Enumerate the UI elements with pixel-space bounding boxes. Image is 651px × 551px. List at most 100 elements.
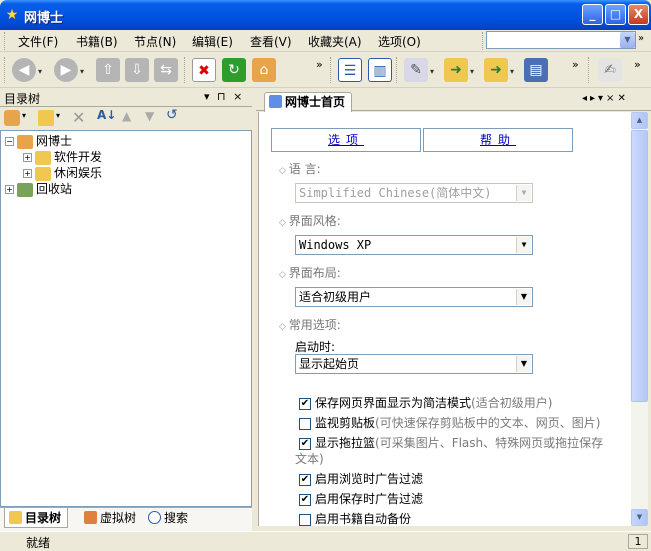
checkbox[interactable]	[299, 417, 311, 430]
tab-virtual-tree[interactable]: 虚拟树	[80, 508, 142, 528]
tree-node-leisure[interactable]: + 休闲娱乐	[1, 165, 251, 181]
forward-dropdown[interactable]: ▾	[80, 67, 84, 76]
address-combo[interactable]	[486, 31, 636, 49]
document-tab-controls[interactable]: ◂▸▾×✕	[582, 93, 629, 104]
new-book-icon[interactable]	[4, 110, 20, 126]
menu-favorites[interactable]: 收藏夹(A)	[308, 33, 362, 50]
status-text: 就绪	[26, 536, 51, 550]
back-icon[interactable]: ◀	[12, 58, 36, 82]
new-folder-dropdown[interactable]: ▾	[56, 111, 60, 120]
checkbox-auto-backup[interactable]: 启用书籍自动备份	[299, 510, 411, 526]
edit-page-icon[interactable]: ✎	[404, 58, 428, 82]
menu-file[interactable]: 文件(F)	[18, 33, 58, 50]
checkbox-drag-basket[interactable]: ✔ 显示拖拉篮(可采集图片、Flash、特殊网页或拖拉保存	[299, 434, 603, 451]
scrollbar-thumb[interactable]	[631, 130, 648, 402]
status-bar	[0, 531, 651, 551]
checkbox-browse-adfilter[interactable]: ✔ 启用浏览时广告过滤	[299, 470, 423, 487]
address-overflow[interactable]: »	[638, 33, 644, 44]
toolbar-overflow-1[interactable]: »	[316, 58, 323, 71]
notes-icon[interactable]: ✍	[598, 58, 622, 82]
tab-help[interactable]: 帮助	[423, 128, 573, 152]
save-disk-icon[interactable]: ▤	[524, 58, 548, 82]
export-folder-icon[interactable]: ➜	[484, 58, 508, 82]
scroll-up-button[interactable]: ▲	[631, 112, 648, 129]
forward-icon[interactable]: ▶	[54, 58, 78, 82]
up-icon[interactable]: ⇧	[96, 58, 120, 82]
chevron-down-icon[interactable]: ▼	[516, 237, 531, 253]
address-dropdown-arrow[interactable]: ▼	[620, 32, 635, 48]
options-link[interactable]: 选项	[328, 133, 364, 147]
tree-node-recycle[interactable]: + 回收站	[1, 181, 251, 197]
scroll-down-button[interactable]: ▼	[631, 509, 648, 526]
tree-expander[interactable]: +	[23, 169, 32, 178]
maximize-button[interactable]: □	[605, 4, 626, 25]
new-folder-icon[interactable]	[38, 110, 54, 126]
delete-icon[interactable]: ✕	[72, 108, 85, 127]
new-book-dropdown[interactable]: ▾	[22, 111, 26, 120]
startup-select[interactable]: 显示起始页 ▼	[295, 354, 533, 374]
tree-node-software[interactable]: + 软件开发	[1, 149, 251, 165]
move-up-icon[interactable]: ▲	[122, 109, 131, 123]
tab-directory-tree[interactable]: 目录树	[4, 508, 69, 528]
directory-tree[interactable]: − 网博士 + 软件开发 + 休闲娱乐 + 回收站	[0, 130, 252, 507]
tree-expander[interactable]: −	[5, 137, 14, 146]
layout-select[interactable]: 适合初级用户 ▼	[295, 287, 533, 307]
checkbox[interactable]: ✔	[299, 437, 311, 450]
app-star-icon[interactable]: ★	[4, 7, 20, 23]
menu-books[interactable]: 书籍(B)	[76, 33, 118, 50]
style-select[interactable]: Windows XP ▼	[295, 235, 533, 255]
tree-tab-icon	[9, 511, 22, 524]
list-view-icon[interactable]: ☰	[338, 58, 362, 82]
export-dropdown[interactable]: ▾	[510, 67, 514, 76]
menu-options[interactable]: 选项(O)	[378, 33, 421, 50]
vertical-scrollbar[interactable]: ▲ ▼	[631, 112, 648, 526]
chevron-down-icon[interactable]: ▼	[516, 356, 531, 372]
sync-icon[interactable]: ⇆	[154, 58, 178, 82]
menu-edit[interactable]: 编辑(E)	[192, 33, 233, 50]
toolbar-overflow-3[interactable]: »	[634, 58, 641, 71]
tab-search[interactable]: 搜索	[144, 508, 194, 528]
minimize-button[interactable]: _	[582, 4, 603, 25]
tree-expander[interactable]: +	[5, 185, 14, 194]
checkbox[interactable]: ✔	[299, 473, 311, 486]
import-dropdown[interactable]: ▾	[470, 67, 474, 76]
import-folder-icon[interactable]: ➜	[444, 58, 468, 82]
checkbox[interactable]: ✔	[299, 493, 311, 506]
sort-icon[interactable]: A↓	[97, 108, 116, 122]
home-icon[interactable]: ⌂	[252, 58, 276, 82]
down-icon[interactable]: ⇩	[125, 58, 149, 82]
checkbox-save-adfilter[interactable]: ✔ 启用保存时广告过滤	[299, 490, 423, 507]
refresh-icon[interactable]: ↻	[222, 58, 246, 82]
title-bar[interactable]	[0, 0, 651, 30]
back-dropdown[interactable]: ▾	[38, 67, 42, 76]
move-down-icon[interactable]: ▼	[145, 109, 154, 123]
checkbox-label: 启用保存时广告过滤	[315, 492, 424, 506]
toolbar-grip[interactable]	[4, 57, 7, 83]
address-grip[interactable]	[482, 32, 485, 50]
language-select: Simplified Chinese(简体中文) ▼	[295, 183, 533, 203]
panel-splitter[interactable]	[252, 88, 256, 531]
refresh-tree-icon[interactable]: ↺	[166, 107, 178, 123]
detail-view-icon[interactable]: ▥	[368, 58, 392, 82]
left-panel-controls[interactable]: ▾ ⊓ ×	[204, 90, 244, 103]
checkbox-simple-mode[interactable]: ✔ 保存网页界面显示为简洁模式(适合初级用户)	[299, 394, 552, 411]
tree-expander[interactable]: +	[23, 153, 32, 162]
menu-view[interactable]: 查看(V)	[250, 33, 292, 50]
close-button[interactable]: X	[628, 4, 649, 25]
stop-icon[interactable]: ✖	[192, 58, 216, 82]
toolbar-grip-2[interactable]	[330, 57, 333, 83]
tab-home-page[interactable]: 网博士首页	[264, 92, 353, 112]
tree-node-root[interactable]: − 网博士	[1, 133, 251, 149]
tab-options[interactable]: 选项	[271, 128, 421, 152]
menu-node[interactable]: 节点(N)	[134, 33, 176, 50]
checkbox-hint: (适合初级用户)	[471, 396, 553, 410]
help-link[interactable]: 帮助	[480, 133, 516, 147]
toolbar-grip-3[interactable]	[588, 57, 591, 83]
toolbar-overflow-2[interactable]: »	[572, 58, 579, 71]
checkbox[interactable]	[299, 513, 311, 526]
checkbox[interactable]: ✔	[299, 397, 311, 410]
checkbox-monitor-clipboard[interactable]: 监视剪贴板(可快速保存剪贴板中的文本、网页、图片)	[299, 414, 600, 431]
menu-grip[interactable]	[4, 32, 7, 50]
chevron-down-icon[interactable]: ▼	[516, 289, 531, 305]
edit-page-dropdown[interactable]: ▾	[430, 67, 434, 76]
